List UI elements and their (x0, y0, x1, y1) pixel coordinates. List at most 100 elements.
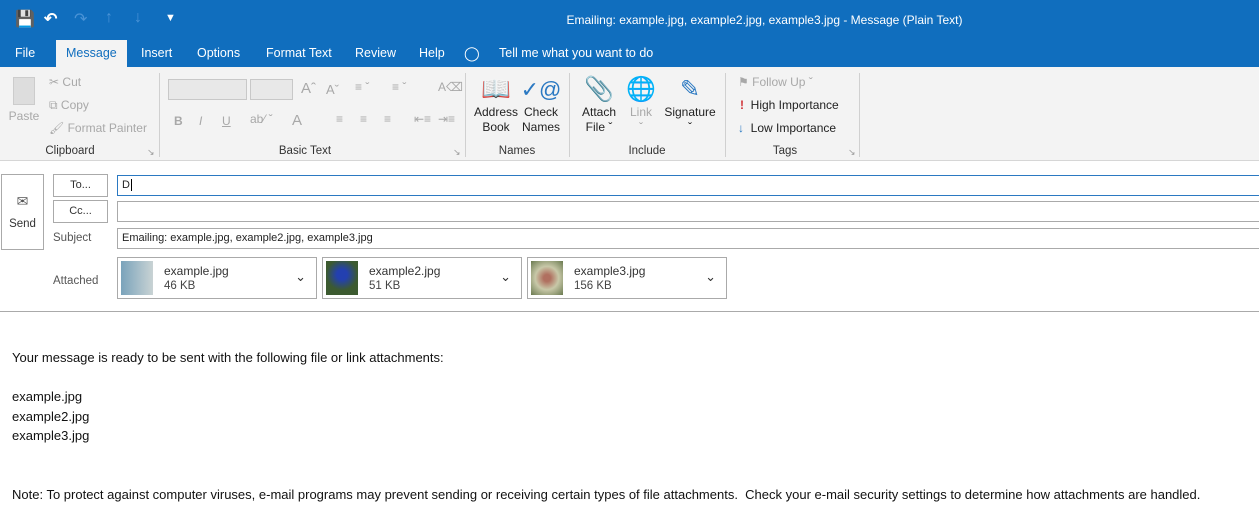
send-envelope-icon: ✉ (16, 193, 29, 209)
tab-format-text[interactable]: Format Text (256, 40, 342, 67)
body-file: example3.jpg (12, 428, 90, 443)
bullets-icon[interactable]: ≡ ˇ (355, 80, 369, 94)
attachment-name: example3.jpg (574, 264, 646, 278)
image-thumbnail (531, 261, 563, 295)
tab-insert[interactable]: Insert (131, 40, 182, 67)
increase-indent-icon[interactable]: ⇥≡ (438, 112, 455, 126)
link-label: Link (629, 105, 652, 119)
decrease-indent-icon[interactable]: ⇤≡ (414, 112, 431, 126)
attached-label: Attached (53, 275, 99, 287)
check-names-button[interactable]: ✓@ Check Names (519, 75, 563, 135)
attachment-size: 156 KB (574, 280, 612, 292)
signature-label: Signature (664, 105, 716, 119)
address-book-label: Address (473, 105, 519, 119)
tab-options[interactable]: Options (187, 40, 250, 67)
subject-label: Subject (53, 232, 92, 244)
follow-up-button[interactable]: ⚑ Follow Up ˇ (738, 75, 813, 89)
title-bar: 💾 ↶ ↷ ↑ ↓ ▼ Emailing: example.jpg, examp… (0, 0, 1259, 40)
italic-button[interactable]: I (199, 114, 202, 128)
dialog-launcher-icon[interactable]: ↘ (453, 147, 461, 158)
attachment-size: 46 KB (164, 280, 196, 292)
paste-label: Paste (8, 109, 40, 123)
bold-button[interactable]: B (174, 114, 183, 128)
align-center-icon[interactable]: ≡ (360, 112, 367, 126)
exclamation-icon: ! (740, 98, 744, 112)
chevron-down-icon[interactable]: ⌄ (500, 269, 511, 285)
cc-button[interactable]: Cc... (53, 200, 108, 223)
attachment-size: 51 KB (369, 280, 401, 292)
to-value: D (122, 179, 130, 191)
message-body[interactable]: Your message is ready to be sent with th… (0, 311, 1259, 532)
cc-field[interactable] (117, 201, 1259, 222)
font-size-combo[interactable] (250, 79, 293, 100)
image-thumbnail (121, 261, 153, 295)
cut-button[interactable]: ✂ Cut (49, 75, 81, 89)
divider (465, 73, 466, 157)
low-importance-button[interactable]: ↓ Low Importance (738, 121, 836, 135)
brush-icon: 🖌 (49, 121, 65, 135)
tell-me-input[interactable]: Tell me what you want to do (489, 40, 663, 67)
check-names-label: Check (523, 105, 558, 119)
dialog-launcher-icon[interactable]: ↘ (147, 147, 155, 158)
tab-file[interactable]: File (5, 40, 45, 67)
shrink-font-icon[interactable]: Aˇ (326, 82, 339, 97)
align-right-icon[interactable]: ≡ (384, 112, 391, 126)
attach-file-button[interactable]: 📎 Attach File ˇ (578, 75, 620, 135)
tags-group-label: Tags (772, 145, 798, 157)
divider (859, 73, 860, 157)
cut-label: Cut (62, 75, 82, 89)
high-importance-label: High Importance (750, 98, 839, 112)
font-color-button[interactable]: A (292, 112, 302, 129)
down-arrow-icon: ↓ (738, 121, 744, 135)
divider (725, 73, 726, 157)
subject-field[interactable]: Emailing: example.jpg, example2.jpg, exa… (117, 228, 1259, 249)
ribbon: Paste ✂ Cut ⧉ Copy 🖌 Format Painter Clip… (0, 67, 1259, 161)
image-thumbnail (326, 261, 358, 295)
font-name-combo[interactable] (168, 79, 247, 100)
body-intro: Your message is ready to be sent with th… (12, 350, 444, 365)
attach-label-2: File (585, 120, 605, 134)
ribbon-tabs: File Message Insert Options Format Text … (0, 40, 1259, 67)
address-book-label-2: Book (482, 120, 510, 134)
send-button[interactable]: ✉ Send (1, 174, 44, 250)
attachment-item[interactable]: example3.jpg 156 KB ⌄ (527, 257, 727, 299)
copy-button[interactable]: ⧉ Copy (49, 98, 89, 113)
attachment-item[interactable]: example.jpg 46 KB ⌄ (117, 257, 317, 299)
dialog-launcher-icon[interactable]: ↘ (848, 147, 856, 158)
signature-icon: ✎ (679, 76, 701, 103)
align-left-icon[interactable]: ≡ (336, 112, 343, 126)
body-file: example2.jpg (12, 408, 90, 424)
format-painter-label: Format Painter (67, 121, 147, 135)
paperclip-icon: 📎 (584, 76, 614, 103)
follow-up-label: Follow Up (752, 75, 806, 89)
numbering-icon[interactable]: ≡ ˇ (392, 80, 406, 94)
grow-font-icon[interactable]: Aˆ (301, 80, 316, 97)
high-importance-button[interactable]: ! High Importance (740, 98, 839, 112)
address-book-icon: 📖 (481, 76, 511, 103)
paste-button[interactable]: Paste (8, 77, 40, 124)
to-button[interactable]: To... (53, 174, 108, 197)
attach-label: Attach (581, 105, 617, 119)
send-label: Send (9, 218, 36, 230)
scissors-icon: ✂ (49, 75, 60, 89)
to-field[interactable]: D (117, 175, 1259, 196)
lightbulb-icon: ◯ (464, 45, 480, 61)
attachment-item[interactable]: example2.jpg 51 KB ⌄ (322, 257, 522, 299)
address-book-button[interactable]: 📖 Address Book (472, 75, 520, 135)
globe-link-icon: 🌐 (626, 76, 656, 103)
signature-button[interactable]: ✎ Signature ˇ (660, 75, 720, 135)
link-button[interactable]: 🌐 Link ˇ (624, 75, 658, 135)
clear-formatting-icon[interactable]: A⌫ (438, 80, 463, 94)
tab-help[interactable]: Help (409, 40, 455, 67)
attachment-name: example.jpg (164, 264, 229, 278)
flag-icon: ⚑ (738, 75, 749, 89)
chevron-down-icon[interactable]: ⌄ (295, 269, 306, 285)
highlight-icon[interactable]: ab⁄ ˇ (250, 112, 273, 126)
underline-button[interactable]: U (222, 114, 231, 128)
tab-review[interactable]: Review (345, 40, 406, 67)
attachment-name: example2.jpg (369, 264, 441, 278)
format-painter-button[interactable]: 🖌 Format Painter (49, 121, 147, 135)
tab-message[interactable]: Message (56, 40, 127, 67)
basic-text-group-label: Basic Text (278, 145, 332, 157)
chevron-down-icon[interactable]: ⌄ (705, 269, 716, 285)
